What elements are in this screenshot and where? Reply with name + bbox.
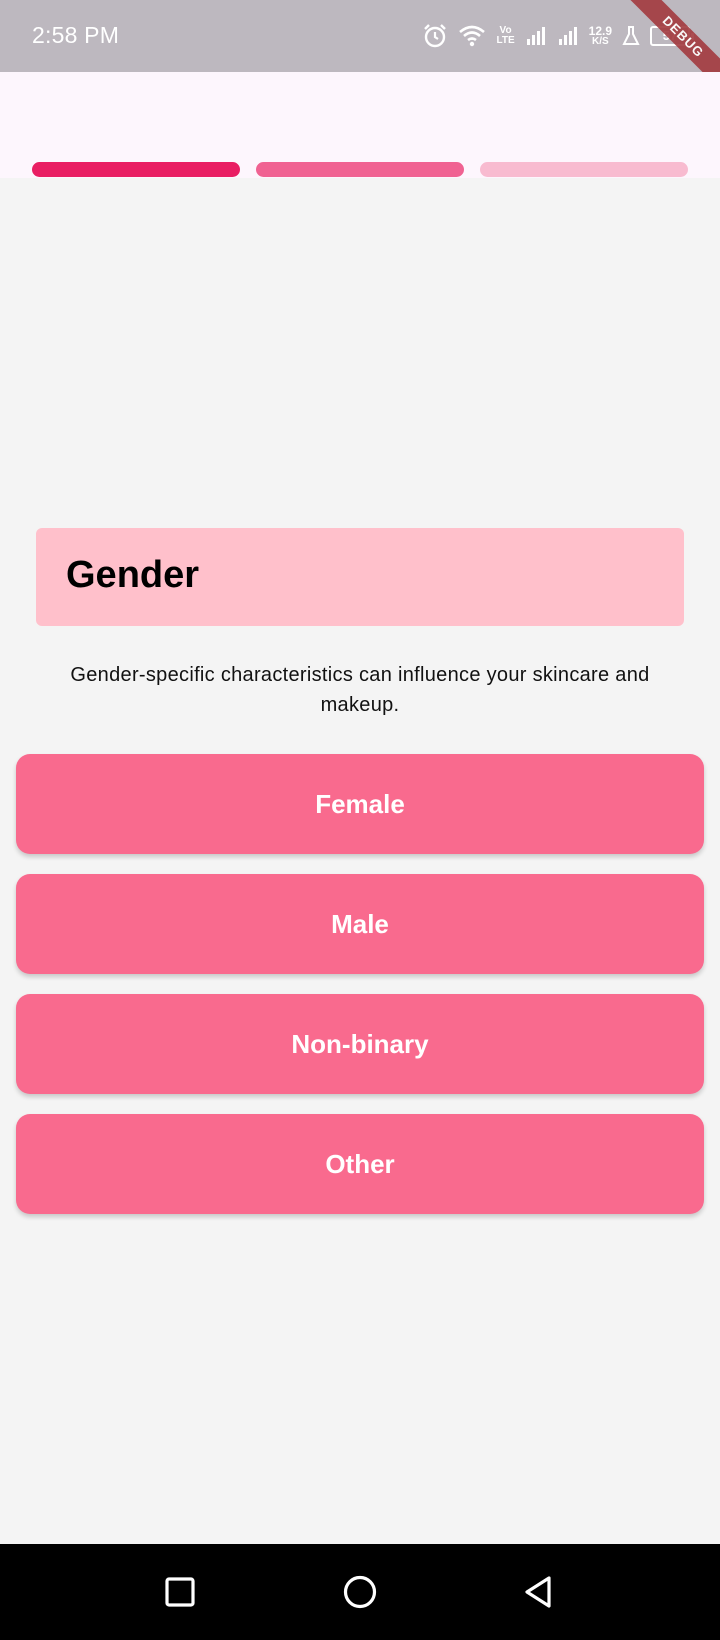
speed-unit: K/S	[591, 36, 609, 47]
volte-bottom: LTE	[496, 35, 515, 46]
question-description: Gender-specific characteristics can infl…	[70, 664, 650, 716]
progress-indicator	[32, 162, 688, 177]
option-female-button[interactable]: Female	[16, 754, 704, 854]
signal-icon	[557, 25, 579, 47]
status-icons: Vo LTE 12.9 K/S 57	[422, 20, 694, 52]
status-bar: 2:58 PM Vo LTE 12.9 K/S DEBUG	[0, 0, 720, 98]
alarm-icon	[422, 23, 448, 49]
question-title: Gender	[66, 554, 200, 596]
progress-segment-1	[32, 162, 240, 177]
progress-segment-2	[256, 162, 464, 177]
home-icon[interactable]	[338, 1570, 382, 1614]
option-other-button[interactable]: Other	[16, 1114, 704, 1214]
data-speed-icon: 12.9 K/S	[589, 25, 612, 47]
progress-segment-3	[480, 162, 688, 177]
wifi-icon	[458, 24, 486, 48]
system-nav-bar	[0, 1544, 720, 1640]
recents-icon[interactable]	[158, 1570, 202, 1614]
signal-icon	[525, 25, 547, 47]
question-title-card: Gender	[36, 528, 684, 626]
status-time: 2:58 PM	[32, 22, 120, 48]
app-bar	[0, 72, 720, 178]
option-male-button[interactable]: Male	[16, 874, 704, 974]
lab-icon	[622, 25, 640, 47]
back-icon[interactable]	[516, 1570, 560, 1614]
option-non-binary-button[interactable]: Non-binary	[16, 994, 704, 1094]
volte-icon: Vo LTE	[496, 26, 514, 46]
app-screen: 2:58 PM Vo LTE 12.9 K/S DEBUG Gender Gen…	[0, 0, 720, 1640]
